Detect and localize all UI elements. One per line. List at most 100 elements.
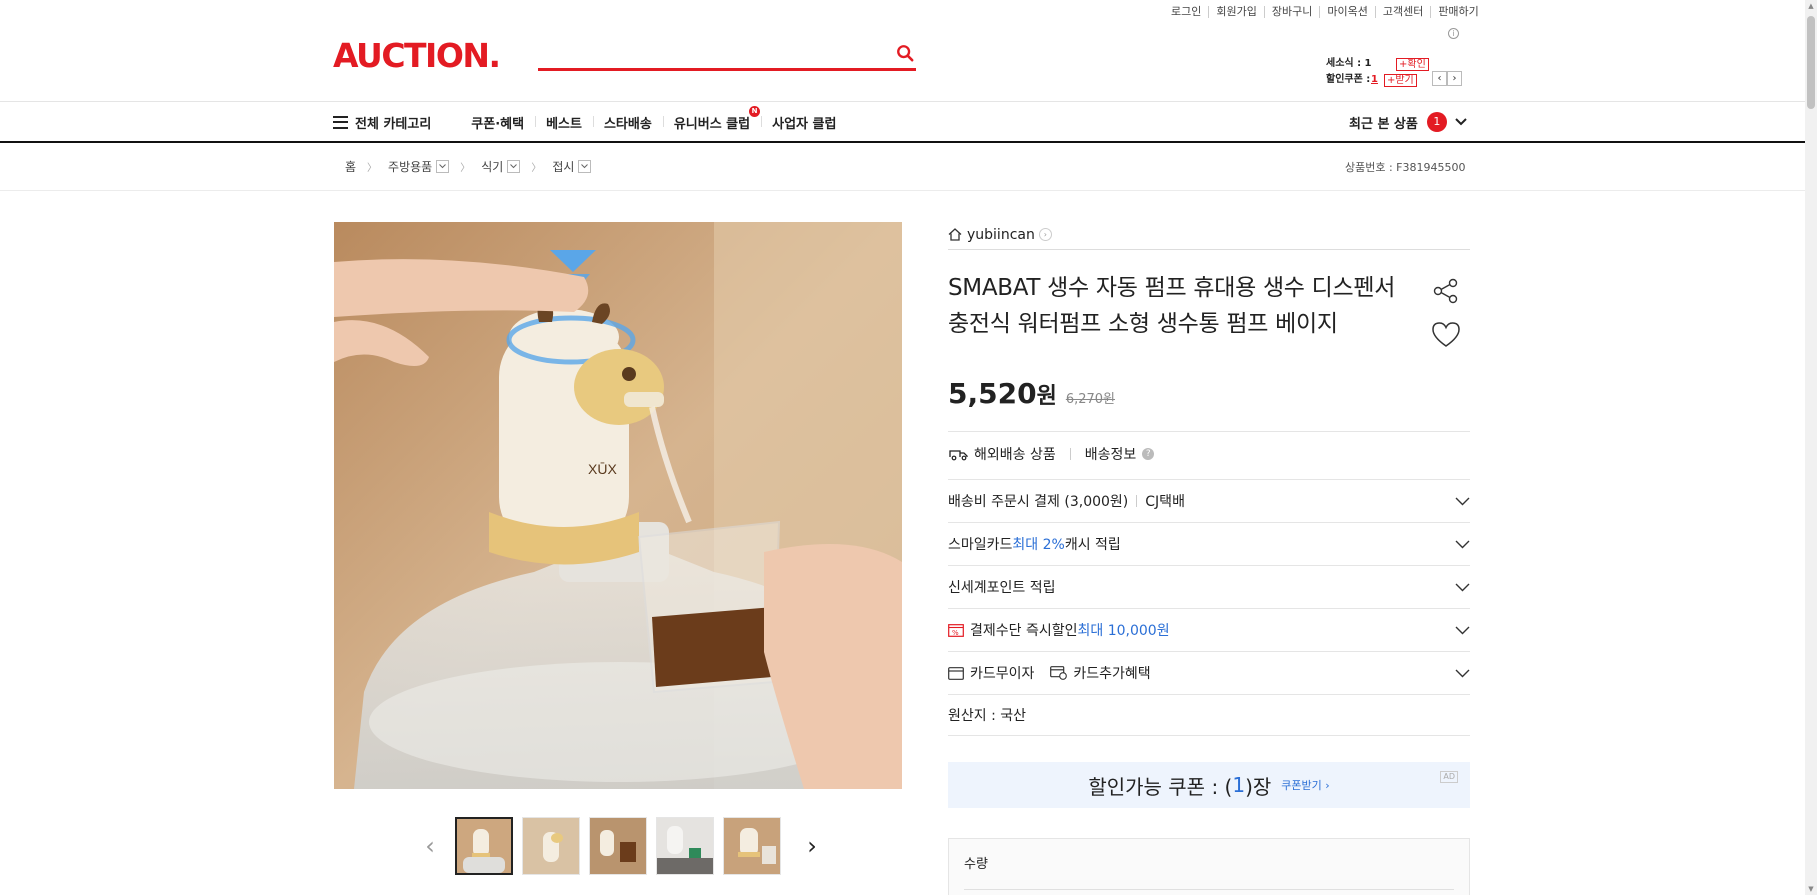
thumbnail-prev-icon[interactable]: ‹ (420, 832, 440, 860)
utility-links: 로그인 회원가입 장바구니 마이옥션 고객센터 판매하기 (1164, 6, 1486, 18)
breadcrumb: 홈 〉 주방용품 〉 식기 〉 접시 (345, 158, 592, 175)
origin-row: 원산지 : 국산 (948, 694, 1470, 736)
payment-discount-max: 최대 10,000원 (1077, 623, 1170, 639)
product-number: 상품번호 : F381945500 (1345, 161, 1466, 174)
heart-icon[interactable] (1431, 321, 1461, 349)
breadcrumb-bar: 홈 〉 주방용품 〉 식기 〉 접시 상품번호 : F381945500 (0, 143, 1805, 191)
login-link[interactable]: 로그인 (1164, 6, 1208, 18)
breadcrumb-kitchen[interactable]: 주방용품 (388, 158, 432, 175)
discount-coupon-count[interactable]: 1 (1371, 72, 1378, 88)
nav-item-best[interactable]: 베스트 (535, 113, 593, 132)
thumbnail-strip: ‹ › (420, 817, 822, 875)
thumbnail-next-icon[interactable]: › (802, 832, 822, 860)
nav-item-coupon[interactable]: 쿠폰·혜택 (460, 113, 535, 132)
thumbnail[interactable] (723, 817, 781, 875)
payment-discount-row[interactable]: % 결제수단 즉시할인 최대 10,000원 (948, 608, 1470, 651)
breadcrumb-plate[interactable]: 접시 (552, 158, 574, 175)
card-benefit-row[interactable]: 카드무이자 카드추가혜택 (948, 651, 1470, 694)
svg-text:%: % (952, 629, 959, 637)
breadcrumb-tableware[interactable]: 식기 (481, 158, 503, 175)
chevron-down-icon (1455, 669, 1470, 677)
chevron-down-icon (1455, 118, 1467, 126)
origin-label: 원산지 : 국산 (948, 708, 1027, 724)
news-confirm-button[interactable]: +확인 (1396, 57, 1429, 71)
coupon-banner-count: 1 (1232, 773, 1246, 797)
shinsegae-point-label: 신세계포인트 적립 (948, 580, 1056, 596)
quantity-label: 수량 (964, 857, 988, 872)
my-auction-link[interactable]: 마이옥션 (1319, 6, 1374, 18)
get-coupon-link[interactable]: 쿠폰받기 › (1281, 777, 1329, 793)
benefit-rows: 배송비 주문시 결제 (3,000원) CJ택배 스마일카드 최대 2% 캐시 … (948, 479, 1470, 736)
coupon-banner[interactable]: 할인가능 쿠폰 : ( 1 )장 쿠폰받기 › AD (948, 762, 1470, 808)
recent-products-button[interactable]: 최근 본 상품 1 (1349, 112, 1467, 132)
svg-text:XŪX: XŪX (588, 461, 617, 477)
chevron-down-icon (1455, 626, 1470, 634)
thumbnail[interactable] (522, 817, 580, 875)
news-label: 세소식 : 1 (1326, 58, 1372, 69)
share-icon[interactable] (1432, 277, 1460, 305)
thumbnail[interactable] (589, 817, 647, 875)
chevron-right-icon: › (1038, 228, 1052, 241)
search-icon[interactable] (896, 44, 914, 62)
original-price: 6,270원 (1065, 392, 1116, 407)
cart-link[interactable]: 장바구니 (1263, 6, 1319, 18)
all-categories-button[interactable]: 전체 카테고리 (333, 113, 442, 132)
info-icon[interactable]: i (1448, 28, 1459, 39)
coupon-receive-button[interactable]: +받기 (1383, 73, 1417, 87)
shipping-row: 해외배송 상품 배송정보 ? (948, 444, 1155, 464)
divider (964, 889, 1454, 890)
search-input[interactable] (538, 38, 878, 66)
shipping-info-label[interactable]: 배송정보 (1085, 444, 1137, 464)
divider (1069, 448, 1071, 460)
courier-label: CJ택배 (1145, 494, 1185, 510)
thumbnail[interactable] (656, 817, 714, 875)
seller-shop-link[interactable]: yubiincan › (948, 220, 1470, 250)
ad-badge: AD (1440, 771, 1458, 783)
overseas-shipping-label: 해외배송 상품 (974, 447, 1056, 463)
customer-center-link[interactable]: 고객센터 (1374, 6, 1430, 18)
payment-discount-label: 결제수단 즉시할인 (970, 623, 1078, 639)
shipping-fee-row[interactable]: 배송비 주문시 결제 (3,000원) CJ택배 (948, 479, 1470, 522)
breadcrumb-home[interactable]: 홈 (345, 158, 356, 175)
smilecard-row[interactable]: 스마일카드 최대 2% 캐시 적립 (948, 522, 1470, 565)
quantity-box: 수량 (948, 838, 1470, 895)
nav-item-universe-club[interactable]: 유니버스 클럽 N (662, 105, 761, 132)
prev-arrow-icon[interactable]: ‹ (1432, 71, 1447, 86)
shinsegae-point-row[interactable]: 신세계포인트 적립 (948, 565, 1470, 608)
card-extra-benefit-label: 카드추가혜택 (1073, 666, 1151, 682)
chevron-down-icon (1455, 497, 1470, 505)
divider (948, 431, 1470, 432)
card-plus-icon (1050, 666, 1068, 680)
smilecard-label-a: 스마일카드 (948, 537, 1013, 553)
nav-item-star-delivery[interactable]: 스타배송 (592, 113, 663, 132)
currency-label: 원 (1036, 384, 1057, 409)
truck-icon (949, 450, 968, 461)
product-main-image[interactable]: XŪX (334, 222, 902, 789)
sell-link[interactable]: 판매하기 (1430, 6, 1485, 18)
house-icon (948, 228, 962, 241)
thumbnail[interactable] (455, 817, 513, 875)
signup-link[interactable]: 회원가입 (1208, 6, 1263, 18)
auction-logo[interactable]: AUCTION. (333, 36, 501, 75)
scrollbar-thumb[interactable] (1807, 16, 1815, 109)
all-categories-label: 전체 카테고리 (355, 116, 432, 132)
seller-name: yubiincan (967, 226, 1035, 243)
next-arrow-icon[interactable]: › (1447, 71, 1462, 86)
divider (1136, 495, 1138, 507)
scroll-up-icon[interactable]: ▲ (1807, 2, 1815, 10)
breadcrumb-separator-icon: 〉 (460, 163, 471, 174)
coupon-banner-label-b: )장 (1245, 774, 1272, 799)
chevron-down-icon[interactable] (507, 160, 521, 173)
chevron-down-icon[interactable] (436, 160, 450, 173)
nav-item-business-club[interactable]: 사업자 클럽 (761, 113, 847, 132)
coupon-banner-label-a: 할인가능 쿠폰 : ( (1088, 774, 1233, 799)
smilecard-label-c: 캐시 적립 (1064, 537, 1121, 553)
scroll-down-icon[interactable]: ▼ (1807, 885, 1815, 893)
new-badge: N (749, 105, 761, 117)
recent-products-label: 최근 본 상품 (1349, 116, 1418, 132)
universe-club-label: 유니버스 클럽 (673, 116, 751, 132)
page-scrollbar[interactable]: ▲ ▼ (1805, 0, 1817, 895)
hamburger-icon (333, 115, 348, 129)
question-icon[interactable]: ? (1142, 448, 1155, 460)
chevron-down-icon[interactable] (578, 160, 592, 173)
